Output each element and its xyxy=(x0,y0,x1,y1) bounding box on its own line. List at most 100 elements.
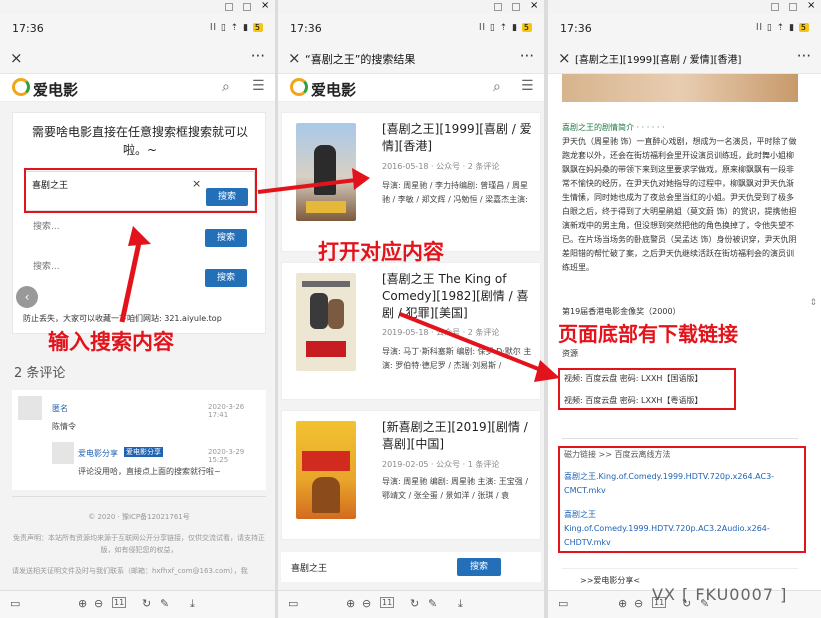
result-summary: 导演: 马丁·斯科塞斯 编剧: 保罗·D·默尔 主演: 罗伯特·德尼罗 / 杰瑞… xyxy=(382,347,532,370)
bottom-toolbar: ▭ ⊕ ⊖ 11 ↻ ✎ ⤓ xyxy=(0,590,275,618)
result-meta: 2019-05-18 · 公众号 · 2 条评论 xyxy=(382,328,500,337)
movie-still-image xyxy=(562,74,798,102)
site-header: 爱电影 ⌕ ☰ xyxy=(278,74,544,102)
result-card[interactable]: [喜剧之王][1999][喜剧 / 爱情][香港] 2016-05-18 · 公… xyxy=(281,112,541,252)
minimize-icon[interactable] xyxy=(494,3,502,11)
close-icon[interactable]: × xyxy=(558,49,571,67)
comment-author[interactable]: 匿名 xyxy=(52,403,68,414)
poster-figure xyxy=(310,293,328,329)
award-line: 第19届香港电影金像奖（2000） xyxy=(562,307,681,316)
poster-figure xyxy=(312,477,340,513)
comment-date: 2020-3-26 17:41 xyxy=(208,403,245,419)
scrollbar-handle[interactable]: ⇕ xyxy=(809,298,817,308)
menu-icon[interactable]: ☰ xyxy=(521,78,534,94)
page-title: [喜剧之王][1999][喜剧 / 爱情][香港] xyxy=(575,55,742,66)
comment-text: 陈情令 xyxy=(52,422,76,431)
zoom-out-icon[interactable]: ⊖ xyxy=(94,597,103,610)
panel-home: × 17:36 ll ▯ ⇡ ▮ 5 × ··· 爱电影 ⌕ ☰ 需要啥电影直接… xyxy=(0,0,275,618)
page-fit-icon[interactable]: 11 xyxy=(380,597,395,608)
more-icon[interactable]: ··· xyxy=(797,47,811,65)
logo-icon xyxy=(290,78,308,96)
result-meta: 2019-02-05 · 公众号 · 1 条评论 xyxy=(382,460,500,469)
panel-icon[interactable]: ▭ xyxy=(558,597,568,610)
search-icon[interactable]: ⌕ xyxy=(493,79,501,95)
result-title[interactable]: [新喜剧之王][2019][剧情 / 喜剧][中国] xyxy=(382,419,532,453)
panel-icon[interactable]: ▭ xyxy=(288,597,298,610)
result-summary: 导演: 周星驰 编剧: 周星驰 主演: 王宝强 / 鄂靖文 / 张全蛋 / 景如… xyxy=(382,477,529,500)
pen-icon[interactable]: ✎ xyxy=(428,597,437,610)
search-button[interactable]: 搜索 xyxy=(457,558,501,576)
close-window-icon[interactable]: × xyxy=(530,0,538,11)
comment-author[interactable]: 爱电影分享 xyxy=(78,448,118,459)
magnet-heading: 磁力链接 >> 百度云离线方法 xyxy=(564,450,671,459)
result-summary: 导演: 周星驰 / 李力持编剧: 曾瑾昌 / 周星驰 / 李敏 / 郑文辉 / … xyxy=(382,181,529,204)
movie-poster[interactable] xyxy=(296,123,356,221)
zoom-out-icon[interactable]: ⊖ xyxy=(634,597,643,610)
zoom-in-icon[interactable]: ⊕ xyxy=(78,597,87,610)
page-fit-icon[interactable]: 11 xyxy=(112,597,127,608)
magnet-link[interactable]: 喜剧之王.King.of.Comedy.1999.HDTV.720p.x264.… xyxy=(564,470,796,498)
page-title: “喜剧之王”的搜索结果 xyxy=(305,53,416,66)
resource-label: 资源 xyxy=(562,349,578,358)
result-meta: 2016-05-18 · 公众号 · 2 条评论 xyxy=(382,162,500,171)
poster-logo xyxy=(302,451,350,471)
window-titlebar: × xyxy=(548,0,821,14)
download-link-mandarin[interactable]: 视频: 百度云盘 密码: LXXH【国语版】 xyxy=(564,373,702,384)
rotate-icon[interactable]: ↻ xyxy=(142,597,151,610)
download-icon[interactable]: ⤓ xyxy=(458,597,463,611)
annotation-label: 页面底部有下载链接 xyxy=(558,322,738,346)
annotation-label: 打开对应内容 xyxy=(318,240,444,264)
rotate-icon[interactable]: ↻ xyxy=(410,597,419,610)
magnet-link[interactable]: 喜剧之王 King.of.Comedy.1999.HDTV.720p.AC3.2… xyxy=(564,508,796,550)
annotation-arrow xyxy=(119,226,151,323)
bottom-toolbar: ▭ ⊕ ⊖ 11 ↻ ✎ ⤓ xyxy=(278,590,544,618)
nav-bar: × “喜剧之王”的搜索结果 ··· xyxy=(278,42,544,74)
download-icon[interactable]: ⤓ xyxy=(190,597,195,611)
divider xyxy=(562,438,798,439)
result-card[interactable]: [喜剧之王 The King of Comedy][1982][剧情 / 喜剧 … xyxy=(281,262,541,400)
maximize-icon[interactable] xyxy=(789,3,797,11)
bottom-search-form: 喜剧之王 搜索 xyxy=(281,552,541,582)
poster-logo xyxy=(306,201,346,213)
panel-search-results: × 17:36 ll ▯ ⇡ ▮ 5 × “喜剧之王”的搜索结果 ··· 爱电影… xyxy=(278,0,544,618)
battery-icon: 5 xyxy=(521,23,532,32)
poster-figure xyxy=(328,299,344,329)
more-icon[interactable]: ··· xyxy=(520,47,534,65)
poster-caption xyxy=(302,281,350,287)
status-time: 17:36 xyxy=(560,22,592,35)
result-card[interactable]: [新喜剧之王][2019][剧情 / 喜剧][中国] 2019-02-05 · … xyxy=(281,410,541,540)
close-window-icon[interactable]: × xyxy=(807,0,815,11)
zoom-in-icon[interactable]: ⊕ xyxy=(618,597,627,610)
synopsis-text: 尹天仇（周星驰 饰）一直醉心戏剧，想成为一名演员，平时除了做跑龙套以外，还会在街… xyxy=(562,137,797,272)
panel-movie-detail: × 17:36 ll ▯ ⇡ ▮ 5 × [喜剧之王][1999][喜剧 / 爱… xyxy=(548,0,821,618)
copyright: © 2020 · 豫ICP备12021761号 xyxy=(88,513,190,521)
contact-line: 请发送相关证明文件及时与我们联系（邮箱：hxfhxf_com@163.com），… xyxy=(12,567,248,575)
comments-heading: 2 条评论 xyxy=(14,366,66,381)
result-title[interactable]: [喜剧之王 The King of Comedy][1982][剧情 / 喜剧 … xyxy=(382,271,532,322)
pen-icon[interactable]: ✎ xyxy=(160,597,169,610)
panel-icon[interactable]: ▭ xyxy=(10,597,20,610)
maximize-icon[interactable] xyxy=(512,3,520,11)
zoom-in-icon[interactable]: ⊕ xyxy=(346,597,355,610)
battery-icon: 5 xyxy=(798,23,809,32)
status-icons: ll ▯ ⇡ ▮ 5 xyxy=(756,23,809,33)
movie-poster[interactable] xyxy=(296,421,356,519)
movie-poster[interactable] xyxy=(296,273,356,371)
site-logo[interactable]: 爱电影 xyxy=(311,79,356,100)
divider xyxy=(12,496,266,497)
minimize-icon[interactable] xyxy=(771,3,779,11)
comment-date: 2020-3-29 15:25 xyxy=(208,448,245,464)
zoom-out-icon[interactable]: ⊖ xyxy=(362,597,371,610)
synopsis-heading: 喜剧之王的剧情简介 · · · · · · xyxy=(562,123,665,132)
status-icons: ll ▯ ⇡ ▮ 5 xyxy=(479,23,532,33)
comments-list: 匿名 2020-3-26 17:41 陈情令 爱电影分享 爱电影分享 2020-… xyxy=(12,390,266,490)
download-link-cantonese[interactable]: 视频: 百度云盘 密码: LXXH【粤语版】 xyxy=(564,395,702,406)
search-input[interactable]: 喜剧之王 xyxy=(291,561,327,574)
comment-text: 评论没用哈，直接点上面的搜索就行啦~ xyxy=(78,467,221,476)
result-title[interactable]: [喜剧之王][1999][喜剧 / 爱情][香港] xyxy=(382,121,532,155)
watermark: VX [ FKU0007 ] xyxy=(652,585,788,604)
close-icon[interactable]: × xyxy=(288,49,301,67)
status-bar: 17:36 ll ▯ ⇡ ▮ 5 xyxy=(278,14,544,42)
poster-figure xyxy=(314,145,336,195)
status-time: 17:36 xyxy=(290,22,322,35)
